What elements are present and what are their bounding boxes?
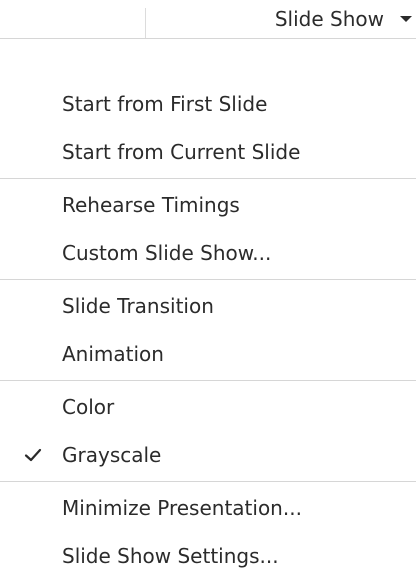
menu-item-slide-transition[interactable]: Slide Transition	[0, 282, 416, 330]
slide-show-dropdown-menu: Start from First Slide Start from Curren…	[0, 78, 416, 582]
menu-item-label: Grayscale	[62, 443, 162, 467]
menu-item-start-from-first-slide[interactable]: Start from First Slide	[0, 80, 416, 128]
menu-group-start: Start from First Slide Start from Curren…	[0, 78, 416, 179]
chevron-down-icon	[400, 16, 412, 22]
menu-item-label: Animation	[62, 342, 164, 366]
slide-show-menu-button[interactable]: Slide Show	[146, 0, 416, 38]
menu-item-slide-show-settings[interactable]: Slide Show Settings...	[0, 532, 416, 580]
menu-item-label: Color	[62, 395, 115, 419]
menu-item-animation[interactable]: Animation	[0, 330, 416, 378]
menu-item-label: Start from First Slide	[62, 92, 268, 116]
menu-item-label: Minimize Presentation...	[62, 496, 302, 520]
menu-group-rehearse: Rehearse Timings Custom Slide Show...	[0, 179, 416, 280]
menu-item-minimize-presentation[interactable]: Minimize Presentation...	[0, 484, 416, 532]
checkmark-icon	[24, 446, 42, 464]
menu-item-label: Custom Slide Show...	[62, 241, 272, 265]
slide-show-menu-label: Slide Show	[274, 7, 384, 31]
menu-group-settings: Minimize Presentation... Slide Show Sett…	[0, 482, 416, 582]
menu-item-rehearse-timings[interactable]: Rehearse Timings	[0, 181, 416, 229]
menu-item-color[interactable]: Color	[0, 383, 416, 431]
menu-item-label: Slide Show Settings...	[62, 544, 279, 568]
menu-item-grayscale[interactable]: Grayscale	[0, 431, 416, 479]
toolbar: Slide Show	[0, 0, 416, 39]
menu-item-label: Rehearse Timings	[62, 193, 240, 217]
menu-group-color-mode: Color Grayscale	[0, 381, 416, 482]
menu-item-start-from-current-slide[interactable]: Start from Current Slide	[0, 128, 416, 176]
menu-item-label: Start from Current Slide	[62, 140, 301, 164]
menu-item-label: Slide Transition	[62, 294, 214, 318]
menu-item-custom-slide-show[interactable]: Custom Slide Show...	[0, 229, 416, 277]
menu-group-transition: Slide Transition Animation	[0, 280, 416, 381]
